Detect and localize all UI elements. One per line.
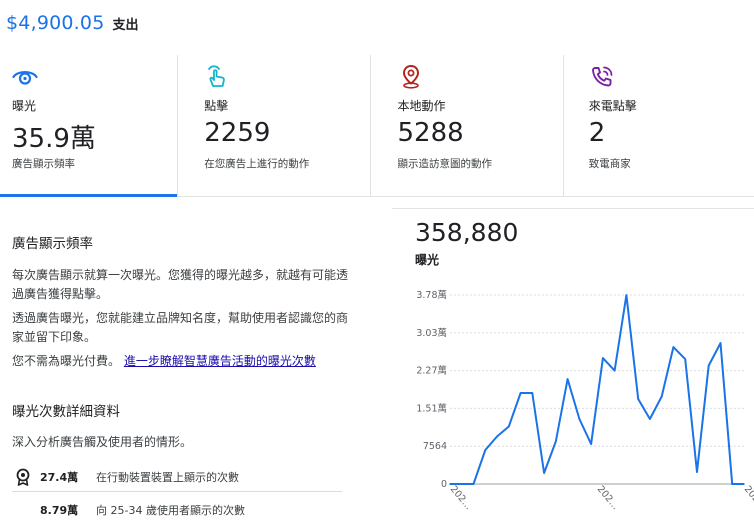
info-paragraph: 每次廣告顯示就算一次曝光。您獲得的曝光越多，就越有可能透過廣告獲得點擊。: [12, 268, 349, 301]
data-point: [472, 483, 475, 485]
info-title: 廣告顯示頻率: [12, 236, 93, 252]
detail-label: 向 25-34 歲使用者顯示的次數: [96, 504, 245, 517]
phone-ringing-icon: [591, 66, 613, 87]
detail-value: 8.79萬: [40, 504, 79, 517]
metric-description: 在您廣告上進行的動作: [204, 158, 310, 170]
click-icon: [208, 65, 226, 87]
detail-row-mobile: 27.4萬 在行動裝置裝置上顯示的次數: [12, 462, 342, 492]
metric-value: 5288: [397, 118, 464, 148]
data-point: [719, 342, 722, 344]
y-tick-label: 2.27萬: [416, 365, 447, 377]
y-tick-label: 3.03萬: [416, 327, 447, 339]
data-point: [602, 357, 604, 359]
metric-description: 廣告顯示頻率: [12, 158, 75, 170]
x-tick-label: 202…: [448, 484, 474, 512]
data-point: [660, 395, 663, 398]
data-point: [543, 472, 545, 474]
y-tick-label: 7564: [423, 441, 447, 452]
award-badge-icon: [12, 468, 34, 486]
metric-card-calls[interactable]: 來電點擊 2 致電商家: [562, 55, 754, 196]
data-point: [555, 440, 557, 443]
data-point: [449, 483, 451, 485]
x-tick-label: 202…: [595, 484, 621, 512]
metric-value: 35.9萬: [12, 124, 96, 154]
x-tick-label: 202…: [742, 484, 754, 512]
detail-value: 27.4萬: [40, 470, 79, 484]
detail-label: 在行動裝置裝置上顯示的次數: [96, 470, 239, 484]
learn-more-link[interactable]: 進一步瞭解智慧廣告活動的曝光次數: [124, 354, 316, 368]
detail-row-age: 8.79萬 向 25-34 歲使用者顯示的次數: [12, 495, 342, 525]
data-point: [672, 346, 675, 348]
metric-label: 來電點擊: [588, 99, 637, 113]
impressions-total: 358,880: [415, 218, 519, 247]
metric-label: 點擊: [204, 99, 229, 113]
data-point: [613, 369, 616, 372]
metric-card-local-actions[interactable]: 本地動作 5288 顯示造訪意圖的動作: [369, 55, 563, 196]
metric-label: 本地動作: [397, 99, 446, 113]
info-note: 您不需為曝光付費。: [12, 354, 121, 368]
data-point: [484, 449, 487, 451]
impressions-info: 廣告顯示頻率 每次廣告顯示就算一次曝光。您獲得的曝光越多，就越有可能透過廣告獲得…: [12, 232, 357, 452]
eye-icon: [12, 71, 38, 85]
y-tick-label: 3.78萬: [416, 289, 447, 301]
data-point: [460, 483, 463, 485]
data-point: [696, 471, 698, 473]
info-paragraph: 透過廣告曝光，您就能建立品牌知名度，幫助使用者認識您的商家並留下印象。: [12, 311, 349, 344]
data-point: [684, 358, 686, 360]
data-point: [731, 483, 734, 485]
spend-amount: $4,900.05: [6, 12, 105, 34]
data-point: [578, 418, 581, 420]
section-divider: [392, 208, 754, 209]
spend-summary: $4,900.05 支出: [6, 12, 139, 34]
location-pin-icon: [402, 64, 419, 89]
info-paragraph: 您不需為曝光付費。 進一步瞭解智慧廣告活動的曝光次數: [12, 352, 357, 371]
data-point: [707, 364, 710, 367]
details-title: 曝光次數詳細資料: [12, 404, 120, 420]
metric-description: 致電商家: [588, 158, 631, 170]
y-tick-label: 0: [441, 479, 447, 490]
details-subtitle: 深入分析廣告觸及使用者的情形。: [12, 435, 193, 449]
data-point: [496, 435, 498, 438]
metrics-tabs: 曝光 35.9萬 廣告顯示頻率 點擊 2259 在您廣告上進行的動作 本地動作 …: [0, 55, 754, 197]
metric-description: 顯示造訪意圖的動作: [397, 158, 493, 170]
metric-card-clicks[interactable]: 點擊 2259 在您廣告上進行的動作: [177, 55, 369, 196]
data-point: [519, 392, 522, 394]
spend-label: 支出: [112, 18, 139, 33]
data-point: [743, 483, 745, 485]
impressions-line-chart: 0 7564 1.51萬 2.27萬 3.03萬 3.78萬 202… 202… 202…: [416, 289, 754, 512]
impressions-total-label: 曝光: [415, 253, 440, 267]
metric-label: 曝光: [12, 99, 37, 113]
metric-value: 2: [588, 118, 606, 148]
metric-value: 2259: [204, 118, 271, 148]
data-point: [531, 392, 534, 394]
data-point: [590, 443, 592, 445]
data-point: [625, 294, 628, 296]
y-tick-label: 1.51萬: [416, 402, 447, 414]
data-point: [649, 418, 651, 420]
series-line: [450, 294, 744, 485]
metric-card-impressions[interactable]: 曝光 35.9萬 廣告顯示頻率: [0, 55, 178, 197]
data-point: [508, 425, 510, 428]
data-point: [637, 398, 639, 400]
data-point: [566, 378, 569, 380]
